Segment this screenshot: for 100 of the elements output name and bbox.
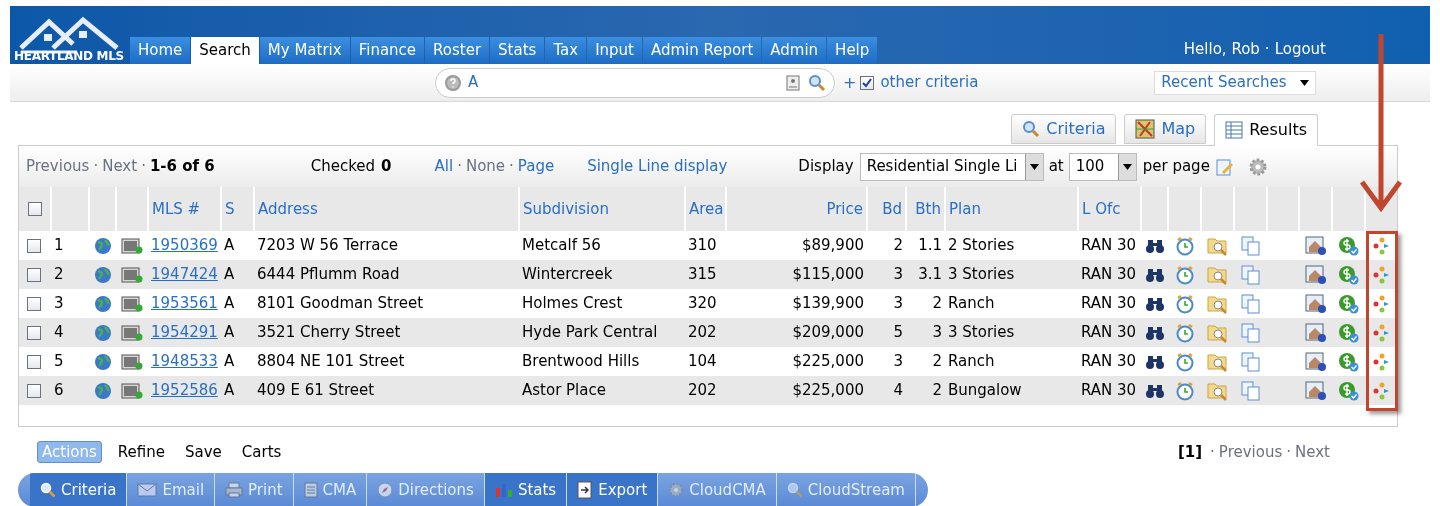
logout-link[interactable]: Logout (1274, 37, 1326, 60)
select-none-link[interactable]: None (465, 155, 506, 178)
colored-dots-icon[interactable] (1373, 323, 1391, 342)
nav-tab[interactable]: Admin Report (643, 37, 762, 64)
select-page-link[interactable]: Page (517, 155, 555, 178)
view-tab[interactable]: Map (1124, 114, 1207, 144)
nav-tab[interactable]: Tax (545, 37, 587, 64)
action-button[interactable]: Export (567, 473, 659, 506)
folder-search-icon[interactable] (1206, 264, 1229, 285)
row-checkbox[interactable] (27, 296, 41, 311)
globe-icon[interactable] (93, 294, 112, 313)
globe-icon[interactable] (93, 323, 112, 342)
per-page-select[interactable]: 100 (1068, 152, 1137, 181)
copy-icon[interactable] (1240, 293, 1261, 314)
globe-icon[interactable] (93, 236, 112, 255)
dollar-check-icon[interactable] (1337, 380, 1360, 401)
photo-icon[interactable] (121, 323, 143, 342)
nav-tab[interactable]: Stats (490, 37, 545, 64)
colored-dots-icon[interactable] (1373, 294, 1391, 313)
nav-tab[interactable]: Finance (350, 37, 425, 64)
colored-dots-icon[interactable] (1373, 352, 1391, 371)
settings-icon[interactable] (1247, 156, 1268, 177)
action-tab[interactable]: Refine (113, 441, 169, 463)
nav-tab[interactable]: Roster (425, 37, 490, 64)
folder-search-icon[interactable] (1206, 235, 1229, 256)
next-link[interactable]: Next (1295, 440, 1330, 464)
mls-link[interactable]: 1954291 (151, 323, 218, 342)
copy-icon[interactable] (1240, 264, 1261, 285)
folder-search-icon[interactable] (1206, 322, 1229, 343)
view-tab[interactable]: Results (1214, 114, 1318, 146)
view-tab[interactable]: Criteria (1011, 114, 1117, 144)
dollar-check-icon[interactable] (1337, 293, 1360, 314)
photo-icon[interactable] (121, 381, 143, 400)
colored-dots-icon[interactable] (1373, 236, 1391, 255)
contact-card-icon[interactable] (786, 74, 800, 91)
nav-tab[interactable]: Admin (762, 37, 827, 64)
house-info-icon[interactable] (1304, 264, 1327, 285)
alarm-clock-icon[interactable] (1174, 235, 1195, 256)
previous-link[interactable]: Previous (26, 155, 90, 178)
action-button[interactable]: Stats (484, 473, 568, 506)
nav-tab[interactable]: My Matrix (259, 37, 350, 64)
binoculars-icon[interactable] (1144, 237, 1165, 254)
select-all-checkbox[interactable] (27, 202, 42, 216)
copy-icon[interactable] (1240, 351, 1261, 372)
colored-dots-icon[interactable] (1373, 265, 1391, 284)
folder-search-icon[interactable] (1206, 380, 1229, 401)
photo-icon[interactable] (121, 236, 143, 255)
search-input[interactable]: A (468, 71, 786, 94)
house-info-icon[interactable] (1304, 293, 1327, 314)
recent-searches-dropdown[interactable]: Recent Searches (1154, 70, 1317, 95)
copy-icon[interactable] (1240, 380, 1261, 401)
action-tab[interactable]: Carts (237, 441, 286, 463)
select-all-link[interactable]: All (434, 155, 454, 178)
folder-search-icon[interactable] (1206, 293, 1229, 314)
copy-icon[interactable] (1240, 322, 1261, 343)
globe-icon[interactable] (93, 352, 112, 371)
action-tab[interactable]: Save (180, 441, 226, 463)
dollar-check-icon[interactable] (1337, 235, 1360, 256)
mls-link[interactable]: 1950369 (151, 236, 218, 255)
photo-icon[interactable] (121, 294, 143, 313)
alarm-clock-icon[interactable] (1174, 264, 1195, 285)
row-checkbox[interactable] (27, 354, 41, 369)
help-icon[interactable] (444, 73, 462, 92)
mls-link[interactable]: 1948533 (151, 352, 218, 371)
copy-icon[interactable] (1240, 235, 1261, 256)
globe-icon[interactable] (93, 381, 112, 400)
binoculars-icon[interactable] (1144, 382, 1165, 399)
house-info-icon[interactable] (1304, 322, 1327, 343)
action-button[interactable]: Criteria (30, 473, 128, 506)
display-select[interactable]: Residential Single Li (859, 152, 1044, 181)
photo-icon[interactable] (121, 265, 143, 284)
other-criteria-checkbox[interactable] (860, 75, 875, 90)
search-field[interactable]: A (435, 67, 835, 98)
other-criteria-link[interactable]: other criteria (880, 71, 979, 94)
colored-dots-icon[interactable] (1373, 381, 1391, 400)
alarm-clock-icon[interactable] (1174, 293, 1195, 314)
alarm-clock-icon[interactable] (1174, 351, 1195, 372)
row-checkbox[interactable] (27, 238, 41, 253)
mls-link[interactable]: 1952586 (151, 381, 218, 400)
binoculars-icon[interactable] (1144, 324, 1165, 341)
photo-icon[interactable] (121, 352, 143, 371)
alarm-clock-icon[interactable] (1174, 322, 1195, 343)
house-info-icon[interactable] (1304, 351, 1327, 372)
house-info-icon[interactable] (1304, 380, 1327, 401)
row-checkbox[interactable] (27, 383, 41, 398)
binoculars-icon[interactable] (1144, 353, 1165, 370)
binoculars-icon[interactable] (1144, 295, 1165, 312)
single-line-link[interactable]: Single Line display (587, 155, 728, 178)
dollar-check-icon[interactable] (1337, 322, 1360, 343)
alarm-clock-icon[interactable] (1174, 380, 1195, 401)
binoculars-icon[interactable] (1144, 266, 1165, 283)
dollar-check-icon[interactable] (1337, 351, 1360, 372)
nav-tab[interactable]: Home (130, 37, 191, 64)
row-checkbox[interactable] (27, 325, 41, 340)
nav-tab[interactable]: Search (191, 37, 259, 64)
search-icon[interactable] (808, 73, 826, 92)
house-info-icon[interactable] (1304, 235, 1327, 256)
globe-icon[interactable] (93, 265, 112, 284)
row-checkbox[interactable] (27, 267, 41, 282)
nav-tab[interactable]: Help (827, 37, 878, 64)
